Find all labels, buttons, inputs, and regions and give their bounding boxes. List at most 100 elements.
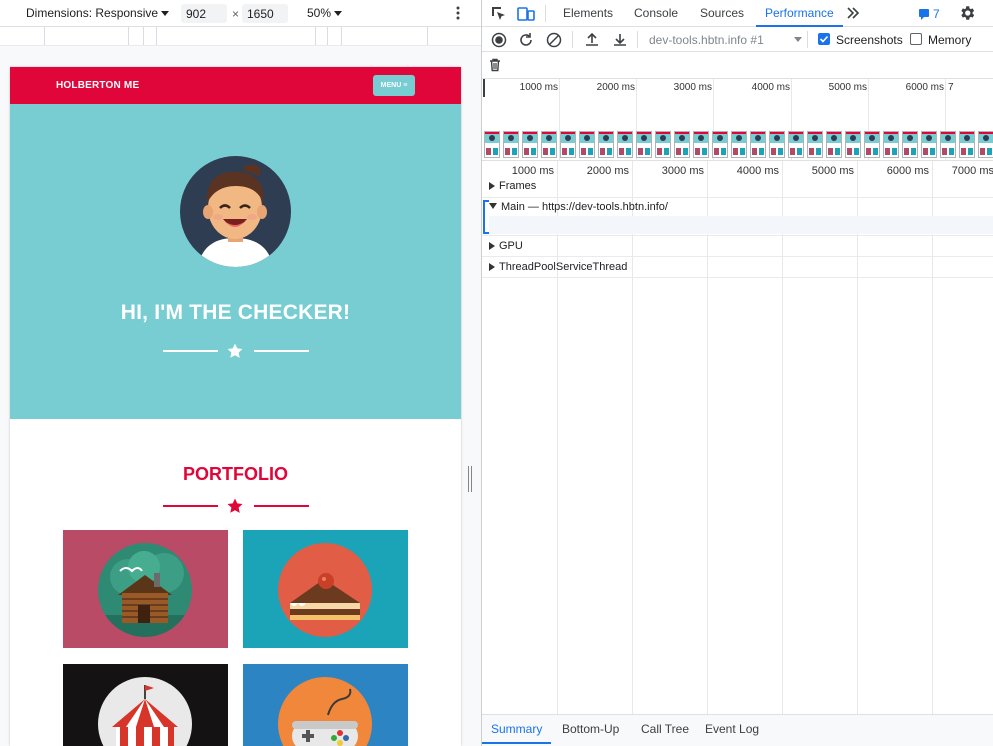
- screenshot-thumbnail[interactable]: [598, 131, 614, 158]
- expand-arrow-icon: [489, 263, 495, 271]
- reload-record-icon[interactable]: [517, 31, 534, 48]
- portfolio-divider: [163, 497, 309, 515]
- screenshot-filmstrip[interactable]: [484, 131, 993, 158]
- screenshot-thumbnail[interactable]: [788, 131, 804, 158]
- track-threadpool[interactable]: ThreadPoolServiceThread: [482, 257, 993, 278]
- zoom-value: 50%: [307, 6, 332, 20]
- menu-button[interactable]: MENU ≡: [373, 75, 415, 96]
- game-controller-icon: [278, 677, 372, 746]
- portfolio-tile-cabin[interactable]: [63, 530, 228, 648]
- screenshot-thumbnail[interactable]: [978, 131, 993, 158]
- device-toggle-icon[interactable]: [516, 5, 536, 23]
- portfolio-tile-circus[interactable]: [63, 664, 228, 746]
- site-brand[interactable]: HOLBERTON ME: [56, 80, 139, 91]
- timeline-flamechart: 1000 ms 2000 ms 3000 ms 4000 ms 5000 ms …: [482, 161, 993, 714]
- width-input[interactable]: 902: [181, 4, 227, 23]
- screenshot-thumbnail[interactable]: [712, 131, 728, 158]
- more-options-icon[interactable]: [452, 5, 464, 21]
- track-main[interactable]: Main — https://dev-tools.hbtn.info/: [482, 198, 993, 236]
- hero-divider: [163, 342, 309, 360]
- height-input[interactable]: 1650: [242, 4, 288, 23]
- screenshot-thumbnail[interactable]: [959, 131, 975, 158]
- main-thread-lane[interactable]: [489, 216, 993, 234]
- tab-sources[interactable]: Sources: [700, 0, 744, 27]
- upload-icon[interactable]: [583, 31, 600, 48]
- clear-icon[interactable]: [545, 31, 562, 48]
- tab-event-log[interactable]: Event Log: [705, 715, 759, 744]
- issues-badge[interactable]: 7: [918, 7, 940, 21]
- circus-tent-icon: [98, 677, 192, 746]
- device-viewport: HOLBERTON ME MENU ≡ HI, I'M THE CHECKER!…: [10, 67, 461, 746]
- screenshot-thumbnail[interactable]: [617, 131, 633, 158]
- memory-label[interactable]: Memory: [928, 33, 971, 47]
- screenshot-thumbnail[interactable]: [655, 131, 671, 158]
- star-icon: [227, 343, 243, 358]
- screenshots-label[interactable]: Screenshots: [836, 33, 903, 47]
- chevron-down-icon: [334, 10, 343, 16]
- message-icon: [919, 9, 929, 20]
- device-emulation-pane: Dimensions: Responsive 902 × 1650 50% HO…: [0, 0, 481, 746]
- screenshot-thumbnail[interactable]: [864, 131, 880, 158]
- screenshot-thumbnail[interactable]: [845, 131, 861, 158]
- track-label: ThreadPoolServiceThread: [499, 261, 628, 273]
- screenshot-thumbnail[interactable]: [541, 131, 557, 158]
- inspect-element-icon[interactable]: [490, 5, 508, 23]
- track-frames[interactable]: Frames: [482, 179, 993, 198]
- recording-select[interactable]: dev-tools.hbtn.info #1: [649, 33, 802, 47]
- resize-handle[interactable]: [468, 466, 473, 492]
- memory-checkbox[interactable]: [910, 33, 922, 45]
- more-tabs-icon[interactable]: [846, 5, 860, 21]
- screenshot-thumbnail[interactable]: [750, 131, 766, 158]
- overview-tick: 6000 ms: [905, 82, 944, 93]
- screenshot-thumbnail[interactable]: [807, 131, 823, 158]
- screenshot-thumbnail[interactable]: [902, 131, 918, 158]
- settings-gear-icon[interactable]: [958, 4, 976, 22]
- screenshot-thumbnail[interactable]: [826, 131, 842, 158]
- screenshot-thumbnail[interactable]: [940, 131, 956, 158]
- tab-summary[interactable]: Summary: [482, 715, 552, 744]
- portfolio-tile-cake[interactable]: [243, 530, 408, 648]
- screenshot-thumbnail[interactable]: [769, 131, 785, 158]
- details-tabbar: Summary Bottom-Up Call Tree Event Log: [482, 714, 993, 746]
- performance-toolbar-secondary: [482, 52, 993, 79]
- track-gpu[interactable]: GPU: [482, 236, 993, 257]
- screenshot-thumbnail[interactable]: [503, 131, 519, 158]
- screenshot-thumbnail[interactable]: [579, 131, 595, 158]
- timeline-tick: 5000 ms: [811, 165, 854, 177]
- dimensions-label: Dimensions: Responsive: [26, 6, 159, 20]
- screenshot-thumbnail[interactable]: [731, 131, 747, 158]
- media-query-bar[interactable]: [0, 27, 481, 46]
- screenshot-thumbnail[interactable]: [674, 131, 690, 158]
- screenshot-thumbnail[interactable]: [484, 131, 500, 158]
- hero-section: HI, I'M THE CHECKER!: [10, 104, 461, 419]
- timeline-overview[interactable]: 1000 ms 2000 ms 3000 ms 4000 ms 5000 ms …: [482, 79, 993, 161]
- overview-tick: 1000 ms: [519, 82, 558, 93]
- zoom-dropdown[interactable]: 50%: [307, 6, 343, 20]
- tab-console[interactable]: Console: [634, 0, 678, 27]
- track-label: Main — https://dev-tools.hbtn.info/: [501, 201, 668, 213]
- timeline-tick: 6000 ms: [886, 165, 929, 177]
- chevron-down-icon: [161, 10, 170, 16]
- screenshot-thumbnail[interactable]: [560, 131, 576, 158]
- site-navbar: HOLBERTON ME MENU ≡: [10, 67, 461, 104]
- tab-elements[interactable]: Elements: [563, 0, 613, 27]
- screenshot-thumbnail[interactable]: [636, 131, 652, 158]
- track-label: Frames: [499, 180, 537, 192]
- screenshots-checkbox[interactable]: [818, 33, 830, 45]
- tab-performance[interactable]: Performance: [756, 0, 843, 27]
- expand-arrow-icon: [489, 182, 495, 190]
- tab-call-tree[interactable]: Call Tree: [641, 715, 689, 744]
- screenshot-thumbnail[interactable]: [921, 131, 937, 158]
- tab-bottom-up[interactable]: Bottom-Up: [562, 715, 619, 744]
- portfolio-tile-game[interactable]: [243, 664, 408, 746]
- dimensions-dropdown[interactable]: Dimensions: Responsive: [26, 6, 170, 20]
- screenshot-thumbnail[interactable]: [693, 131, 709, 158]
- trash-icon[interactable]: [487, 57, 503, 73]
- expand-arrow-icon: [489, 242, 495, 250]
- download-icon[interactable]: [611, 31, 628, 48]
- screenshot-thumbnail[interactable]: [883, 131, 899, 158]
- record-icon[interactable]: [490, 31, 507, 48]
- cabin-icon: [98, 543, 192, 637]
- times-sign: ×: [232, 7, 240, 21]
- screenshot-thumbnail[interactable]: [522, 131, 538, 158]
